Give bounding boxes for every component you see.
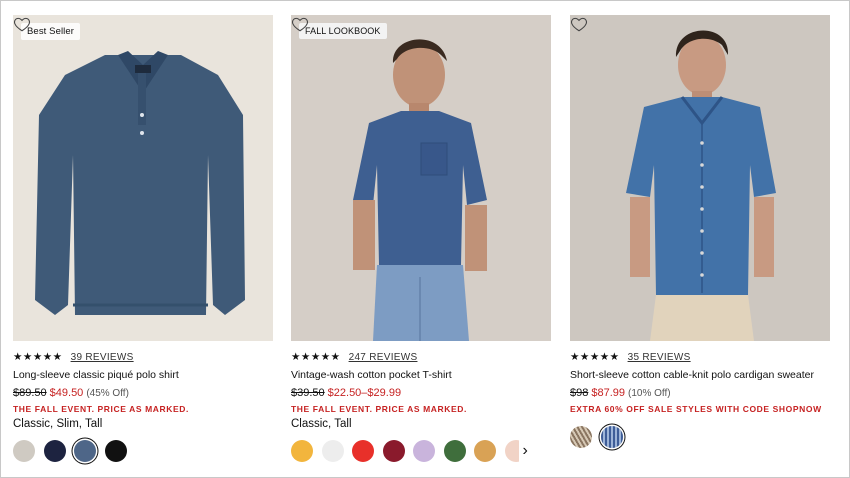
rating: ★★★★★ 39 REVIEWS — [13, 350, 273, 364]
reviews-link[interactable]: 39 REVIEWS — [71, 352, 134, 363]
discount-label: (10% Off) — [628, 388, 671, 399]
color-swatch[interactable] — [43, 440, 66, 462]
product-card-2[interactable]: FALL LOOKBOOK ★★★★★ 247 REVIEWS Vintage-… — [291, 15, 551, 463]
fit-options: Classic, Slim, Tall — [13, 418, 103, 430]
color-swatch[interactable] — [570, 426, 592, 448]
discount-label: (45% Off) — [86, 388, 129, 399]
product-name[interactable]: Short-sleeve cotton cable-knit polo card… — [570, 369, 830, 383]
color-swatch[interactable] — [474, 440, 496, 462]
reviews-link[interactable]: 247 REVIEWS — [349, 352, 418, 363]
fit-options: Classic, Tall — [291, 418, 352, 430]
promo-text: EXTRA 60% OFF SALE STYLES WITH CODE SHOP… — [570, 404, 822, 414]
sale-price: $22.50–$29.99 — [327, 387, 402, 399]
color-swatch-selected[interactable] — [600, 426, 623, 448]
rating: ★★★★★ 247 REVIEWS — [291, 350, 551, 364]
chevron-right-icon[interactable]: › — [523, 443, 528, 459]
product-badge: FALL LOOKBOOK — [299, 23, 387, 39]
original-price: $98 — [570, 387, 589, 399]
color-swatch-partial[interactable] — [504, 440, 519, 462]
color-swatch[interactable] — [352, 440, 374, 462]
heart-outline-icon[interactable] — [291, 15, 309, 33]
product-image[interactable]: FALL LOOKBOOK — [291, 15, 551, 341]
color-swatch[interactable] — [321, 440, 344, 462]
color-swatch[interactable] — [13, 440, 35, 462]
sale-price: $49.50 — [49, 387, 84, 399]
color-swatches — [13, 439, 273, 463]
promo-text: THE FALL EVENT. PRICE AS MARKED. — [291, 404, 467, 414]
color-swatches: › — [291, 439, 551, 463]
price: $98 $87.99 (10% Off) — [570, 387, 830, 402]
product-image[interactable]: Best Seller — [13, 15, 273, 341]
product-card-3[interactable]: ★★★★★ 35 REVIEWS Short-sleeve cotton cab… — [570, 15, 830, 449]
heart-outline-icon[interactable] — [13, 15, 31, 33]
product-name[interactable]: Vintage-wash cotton pocket T-shirt — [291, 369, 551, 383]
color-swatch[interactable] — [382, 440, 405, 462]
product-card-1[interactable]: Best Seller ★★★★★ 39 REVIEWS Long-sleeve… — [13, 15, 273, 463]
promo-text: THE FALL EVENT. PRICE AS MARKED. — [13, 404, 189, 414]
price: $39.50 $22.50–$29.99 — [291, 387, 551, 402]
sale-price: $87.99 — [591, 387, 626, 399]
product-image[interactable] — [570, 15, 830, 341]
heart-outline-icon[interactable] — [570, 15, 588, 33]
rating: ★★★★★ 35 REVIEWS — [570, 350, 830, 364]
star-rating-icon: ★★★★★ — [291, 350, 341, 363]
star-rating-icon: ★★★★★ — [570, 350, 620, 363]
original-price: $39.50 — [291, 387, 325, 399]
color-swatch-selected[interactable] — [74, 440, 96, 462]
color-swatch[interactable] — [443, 440, 466, 462]
product-name[interactable]: Long-sleeve classic piqué polo shirt — [13, 369, 273, 383]
star-rating-icon: ★★★★★ — [13, 350, 63, 363]
color-swatches — [570, 425, 830, 449]
price: $89.50 $49.50 (45% Off) — [13, 387, 273, 402]
original-price: $89.50 — [13, 387, 47, 399]
color-swatch[interactable] — [104, 440, 127, 462]
color-swatch[interactable] — [413, 440, 435, 462]
reviews-link[interactable]: 35 REVIEWS — [628, 352, 691, 363]
color-swatch[interactable] — [291, 440, 313, 462]
